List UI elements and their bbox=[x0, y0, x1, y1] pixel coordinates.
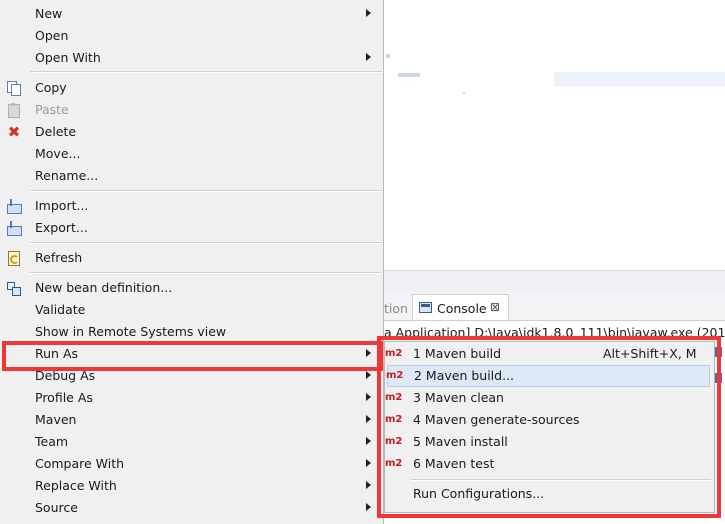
tab-console[interactable]: Console ⊠ bbox=[412, 294, 509, 320]
menu-item-new[interactable]: New bbox=[0, 3, 383, 25]
editor-artifact bbox=[398, 73, 420, 77]
menu-item-label: Export... bbox=[35, 220, 88, 235]
submenu-arrow-icon bbox=[366, 9, 371, 17]
import-icon bbox=[7, 199, 22, 214]
menu-item-label: Profile As bbox=[35, 390, 93, 405]
submenu-arrow-icon bbox=[366, 481, 371, 489]
editor-artifact bbox=[463, 92, 465, 94]
menu-item-rename[interactable]: Rename... bbox=[0, 165, 383, 187]
menu-item-refresh[interactable]: Refresh bbox=[0, 247, 383, 269]
menu-item-source[interactable]: Source bbox=[0, 497, 383, 519]
menu-separator bbox=[30, 71, 382, 73]
menu-item-label: Team bbox=[35, 434, 69, 449]
menu-item-import[interactable]: Import... bbox=[0, 195, 383, 217]
menu-item-label: New bbox=[35, 6, 63, 21]
tab-console-label: Console bbox=[437, 301, 487, 316]
annotation-box-submenu bbox=[377, 336, 721, 518]
submenu-arrow-icon bbox=[366, 415, 371, 423]
menu-item-maven[interactable]: Maven bbox=[0, 409, 383, 431]
menu-item-delete[interactable]: ✖ Delete bbox=[0, 121, 383, 143]
menu-item-open-with[interactable]: Open With bbox=[0, 47, 383, 69]
menu-item-label: Open With bbox=[35, 50, 101, 65]
close-icon[interactable]: ⊠ bbox=[490, 300, 500, 314]
menu-item-label: Refresh bbox=[35, 250, 83, 265]
menu-item-profile-as[interactable]: Profile As bbox=[0, 387, 383, 409]
menu-item-validate[interactable]: Validate bbox=[0, 299, 383, 321]
menu-item-label: Source bbox=[35, 500, 78, 515]
editor-artifact bbox=[386, 54, 390, 58]
menu-separator bbox=[30, 242, 382, 244]
export-icon bbox=[7, 221, 22, 236]
menu-item-copy[interactable]: Copy bbox=[0, 77, 383, 99]
menu-item-label: Replace With bbox=[35, 478, 117, 493]
menu-item-replace-with[interactable]: Replace With bbox=[0, 475, 383, 497]
menu-separator bbox=[30, 272, 382, 274]
submenu-arrow-icon bbox=[366, 437, 371, 445]
menu-separator bbox=[30, 190, 382, 192]
submenu-arrow-icon bbox=[366, 503, 371, 511]
menu-item-label: Delete bbox=[35, 124, 77, 139]
menu-item-label: Compare With bbox=[35, 456, 125, 471]
editor-highlight-band bbox=[554, 72, 725, 86]
menu-item-move[interactable]: Move... bbox=[0, 143, 383, 165]
console-icon bbox=[419, 302, 432, 313]
menu-item-compare-with[interactable]: Compare With bbox=[0, 453, 383, 475]
menu-item-label: Rename... bbox=[35, 168, 99, 183]
refresh-icon bbox=[7, 251, 21, 266]
menu-item-label: Copy bbox=[35, 80, 67, 95]
view-sash[interactable] bbox=[384, 270, 725, 293]
context-menu: New Open Open With Copy Paste ✖ Delete M… bbox=[0, 0, 384, 524]
menu-item-label: Paste bbox=[35, 102, 69, 117]
menu-item-open[interactable]: Open bbox=[0, 25, 383, 47]
bean-definition-icon bbox=[7, 281, 21, 296]
menu-item-team[interactable]: Team bbox=[0, 431, 383, 453]
menu-item-paste: Paste bbox=[0, 99, 383, 121]
submenu-arrow-icon bbox=[366, 459, 371, 467]
paste-icon bbox=[7, 103, 21, 118]
tab-previous-fragment[interactable]: tion bbox=[384, 301, 408, 316]
menu-item-label: Show in Remote Systems view bbox=[35, 324, 227, 339]
menu-item-label: Validate bbox=[35, 302, 86, 317]
menu-item-export[interactable]: Export... bbox=[0, 217, 383, 239]
submenu-arrow-icon bbox=[366, 53, 371, 61]
menu-item-label: Import... bbox=[35, 198, 89, 213]
menu-item-new-bean-definition[interactable]: New bean definition... bbox=[0, 277, 383, 299]
submenu-arrow-icon bbox=[366, 371, 371, 379]
menu-item-label: Move... bbox=[35, 146, 81, 161]
menu-item-label: New bean definition... bbox=[35, 280, 173, 295]
copy-icon bbox=[7, 81, 21, 96]
submenu-arrow-icon bbox=[366, 393, 371, 401]
annotation-box-run-as bbox=[2, 341, 383, 371]
menu-item-label: Open bbox=[35, 28, 69, 43]
menu-item-label: Maven bbox=[35, 412, 77, 427]
delete-icon: ✖ bbox=[7, 123, 21, 141]
menu-item-show-in-remote-systems[interactable]: Show in Remote Systems view bbox=[0, 321, 383, 343]
